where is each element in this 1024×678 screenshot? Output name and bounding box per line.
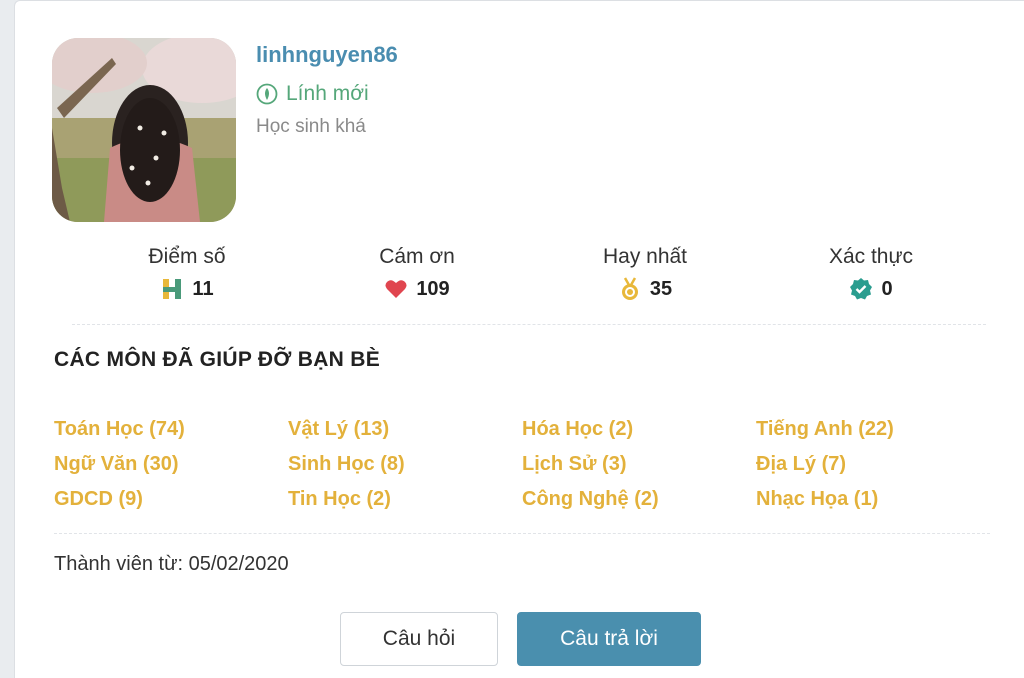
stat-label: Điểm số [148,245,226,268]
subject-link[interactable]: Vật Lý (13) [288,418,522,453]
subjects-divider [54,533,990,534]
subjects-grid: Toán Học (74) Vật Lý (13) Hóa Học (2) Ti… [54,418,994,523]
stat-value: 11 [192,277,214,300]
h-points-icon [160,277,184,301]
stats-divider [72,324,986,325]
subject-link[interactable]: Tiếng Anh (22) [756,418,990,453]
rank-label: Lính mới [286,82,369,105]
stat-label: Cám ơn [379,245,455,268]
subject-link[interactable]: Toán Học (74) [54,418,288,453]
stat-value: 109 [416,277,450,300]
heart-icon [384,277,408,301]
subject-link[interactable]: Ngữ Văn (30) [54,453,288,488]
stat-thanks: Cám ơn 109 [332,245,502,301]
member-since: Thành viên từ: 05/02/2020 [54,553,289,575]
subject-link[interactable]: GDCD (9) [54,488,288,523]
subjects-title: CÁC MÔN ĐÃ GIÚP ĐỠ BẠN BÈ [54,348,381,371]
stat-label: Hay nhất [602,245,688,268]
stat-best: Hay nhất 35 [560,245,730,301]
rank: Lính mới [256,82,369,106]
stat-points: Điểm số 11 [102,245,272,301]
stat-value: 0 [881,277,893,300]
subject-link[interactable]: Hóa Học (2) [522,418,756,453]
rank-leaf-icon [256,83,278,105]
answers-button[interactable]: Câu trả lời [517,612,701,666]
stat-verified: Xác thực 0 [786,245,956,301]
stat-label: Xác thực [828,245,914,268]
avatar[interactable] [52,38,236,222]
subject-link[interactable]: Địa Lý (7) [756,453,990,488]
subject-link[interactable]: Nhạc Họa (1) [756,488,990,523]
level-label: Học sinh khá [256,116,366,137]
subject-link[interactable]: Lịch Sử (3) [522,453,756,488]
stat-value: 35 [649,277,673,300]
subject-link[interactable]: Sinh Học (8) [288,453,522,488]
avatar-image [52,38,236,222]
questions-button[interactable]: Câu hỏi [340,612,498,666]
verified-check-icon [849,277,873,301]
username[interactable]: linhnguyen86 [256,42,398,68]
medal-icon [618,277,642,301]
subject-link[interactable]: Tin Học (2) [288,488,522,523]
subject-link[interactable]: Công Nghệ (2) [522,488,756,523]
